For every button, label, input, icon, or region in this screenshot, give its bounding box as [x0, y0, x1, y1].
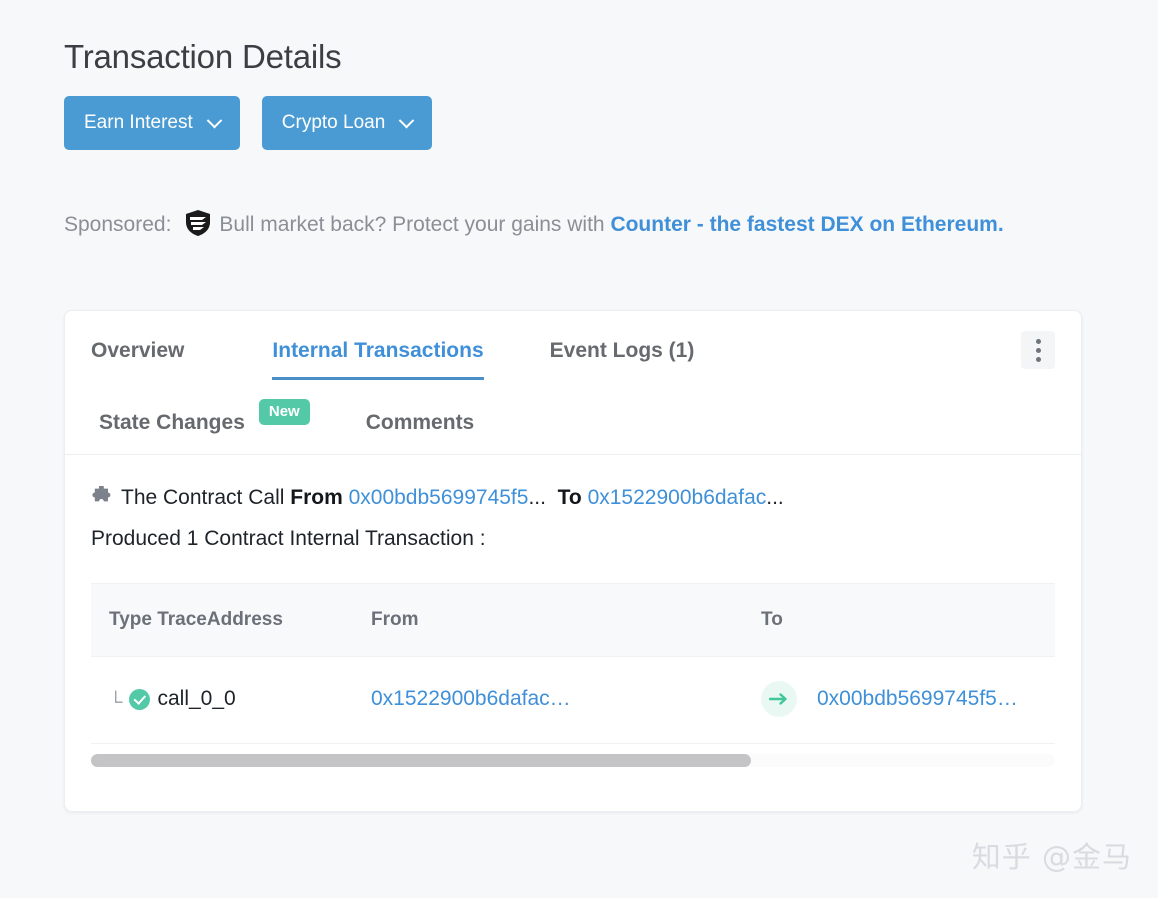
status-badge-new: New	[259, 399, 310, 425]
watermark: 知乎 @金马	[972, 834, 1132, 876]
cell-trace: └ call_0_0	[91, 657, 371, 744]
cell-to: 0x00bdb5699745f5…	[761, 657, 1055, 744]
produced-text: Produced 1 Contract Internal Transaction…	[91, 527, 486, 550]
column-header-from: From	[371, 584, 761, 657]
internal-transactions-table: Type TraceAddress From To └ call_0_0	[91, 584, 1055, 743]
tab-internal-transactions[interactable]: Internal Transactions	[272, 339, 483, 380]
contract-call-description: The Contract Call From 0x00bdb5699745f5.…	[91, 479, 1055, 557]
sponsor-shield-icon	[185, 208, 211, 254]
card-body: The Contract Call From 0x00bdb5699745f5.…	[65, 455, 1081, 743]
tab-overview[interactable]: Overview	[91, 339, 184, 377]
puzzle-piece-icon	[91, 483, 115, 520]
table-row: └ call_0_0 0x1522900b6dafac…	[91, 657, 1055, 744]
arrow-right-icon	[761, 681, 797, 717]
cell-from: 0x1522900b6dafac…	[371, 657, 761, 744]
check-circle-icon	[129, 689, 150, 710]
from-label: From	[290, 486, 343, 509]
chevron-down-icon	[207, 112, 223, 128]
scrollbar-thumb[interactable]	[91, 754, 751, 767]
internal-transactions-table-wrapper: Type TraceAddress From To └ call_0_0	[91, 583, 1055, 743]
sponsored-banner: Sponsored: Bull market back? Protect you…	[64, 202, 1076, 254]
tab-comments[interactable]: Comments	[366, 411, 475, 435]
tab-event-logs[interactable]: Event Logs (1)	[550, 339, 695, 377]
chevron-down-icon	[399, 112, 415, 128]
sponsored-text: Bull market back? Protect your gains wit…	[219, 213, 604, 236]
earn-interest-button[interactable]: Earn Interest	[64, 96, 240, 150]
column-header-type-traceaddress: Type TraceAddress	[91, 584, 371, 657]
tabs-area: Overview Internal Transactions Event Log…	[65, 311, 1081, 454]
crypto-loan-label: Crypto Loan	[282, 112, 386, 134]
row-to-address-link[interactable]: 0x00bdb5699745f5…	[817, 687, 1018, 711]
scrollbar-track[interactable]	[91, 754, 1055, 767]
earn-interest-label: Earn Interest	[84, 112, 193, 134]
tree-branch-icon: └	[109, 693, 122, 712]
crypto-loan-button[interactable]: Crypto Loan	[262, 96, 433, 150]
table-header-row: Type TraceAddress From To	[91, 584, 1055, 657]
column-header-to: To	[761, 584, 1055, 657]
card-footer-spacer	[65, 767, 1081, 811]
to-cell-content: 0x00bdb5699745f5…	[761, 681, 1055, 717]
to-address-link[interactable]: 0x1522900b6dafac	[588, 486, 767, 509]
table-body: └ call_0_0 0x1522900b6dafac…	[91, 657, 1055, 744]
kebab-dot	[1036, 339, 1041, 344]
more-vertical-icon[interactable]	[1021, 331, 1055, 369]
to-address-ellipsis: ...	[766, 486, 784, 509]
kebab-dot	[1036, 348, 1041, 353]
sponsored-prefix: Sponsored:	[64, 213, 171, 236]
tab-row-secondary: State Changes New Comments	[91, 410, 1055, 436]
table-head: Type TraceAddress From To	[91, 584, 1055, 657]
from-address-link[interactable]: 0x00bdb5699745f5	[349, 486, 529, 509]
transaction-card: Overview Internal Transactions Event Log…	[64, 310, 1082, 812]
cta-button-row: Earn Interest Crypto Loan	[64, 96, 432, 150]
row-from-address-link[interactable]: 0x1522900b6dafac…	[371, 687, 571, 710]
horizontal-scrollbar[interactable]	[91, 743, 1055, 767]
tab-row-primary: Overview Internal Transactions Event Log…	[91, 339, 1055, 380]
sponsored-link[interactable]: Counter - the fastest DEX on Ethereum.	[610, 213, 1003, 236]
tab-state-changes[interactable]: State Changes	[99, 411, 245, 435]
trace-label: call_0_0	[157, 687, 235, 711]
transaction-details-page: Transaction Details Earn Interest Crypto…	[0, 0, 1158, 898]
to-label: To	[558, 486, 582, 509]
contract-call-lead: The Contract Call	[121, 486, 284, 509]
from-address-ellipsis: ...	[528, 486, 546, 509]
page-title: Transaction Details	[64, 38, 341, 76]
new-badge-wrapper: New	[259, 410, 310, 436]
trace-cell-content: └ call_0_0	[91, 687, 371, 711]
kebab-dot	[1036, 357, 1041, 362]
